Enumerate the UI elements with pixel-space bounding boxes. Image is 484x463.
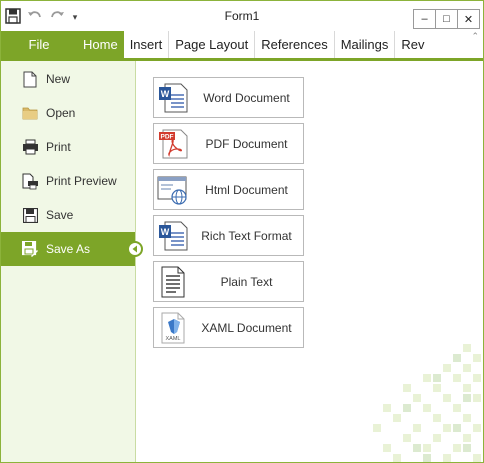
backstage-view: New Open Print Print Preview Save Save A… [1, 58, 483, 462]
title-bar: ▾ Form1 – □ ✕ [1, 1, 483, 31]
tab-references[interactable]: References [255, 31, 333, 58]
tab-mailings[interactable]: Mailings [335, 31, 395, 58]
xaml-document-button[interactable]: XAML XAML Document [153, 307, 304, 348]
format-label: XAML Document [201, 320, 292, 335]
html-document-button[interactable]: Html Document [153, 169, 304, 210]
print-preview-icon [20, 171, 40, 191]
tab-home[interactable]: Home [77, 31, 124, 58]
new-document-icon [20, 69, 40, 89]
menu-item-label: New [46, 72, 71, 86]
word-document-icon: W [156, 81, 190, 115]
format-label: Rich Text Format [201, 228, 292, 243]
xaml-icon-text: XAML [166, 336, 181, 342]
close-button[interactable]: ✕ [457, 9, 480, 29]
menu-item-new[interactable]: New [1, 62, 135, 96]
window-controls: – □ ✕ [413, 9, 480, 29]
printer-icon [20, 137, 40, 157]
selected-indicator-icon [127, 241, 143, 257]
rtf-document-button[interactable]: W Rich Text Format [153, 215, 304, 256]
format-label: Word Document [203, 90, 290, 105]
menu-item-label: Save [46, 208, 74, 222]
tab-page-layout[interactable]: Page Layout [169, 31, 254, 58]
save-as-icon [20, 239, 40, 259]
menu-item-label: Save As [46, 242, 91, 256]
maximize-button[interactable]: □ [435, 9, 458, 29]
format-label: Html Document [205, 182, 288, 197]
menu-item-print[interactable]: Print [1, 130, 135, 164]
file-tab[interactable]: File [1, 31, 77, 58]
format-label: PDF Document [205, 136, 288, 151]
application-window: ▾ Form1 – □ ✕ File Home Insert Page Layo… [0, 0, 484, 463]
svg-text:W: W [161, 89, 170, 99]
pdf-icon-text: PDF [161, 134, 174, 141]
plain-text-icon [156, 265, 190, 299]
ribbon-collapse-icon[interactable]: ⌃ [471, 31, 479, 42]
rtf-document-icon: W [156, 219, 190, 253]
window-title: Form1 [224, 9, 260, 23]
minimize-button[interactable]: – [413, 9, 436, 29]
ribbon-tabs: Home Insert Page Layout References Maili… [77, 31, 431, 58]
menu-item-label: Print Preview [46, 174, 117, 188]
folder-icon [20, 103, 40, 123]
tab-insert[interactable]: Insert [124, 31, 169, 58]
backstage-menu: New Open Print Print Preview Save Save A… [1, 61, 143, 462]
svg-text:W: W [161, 227, 170, 237]
html-document-icon [156, 173, 190, 207]
pdf-document-icon: PDF [156, 127, 190, 161]
menu-item-open[interactable]: Open [1, 96, 135, 130]
menu-item-save[interactable]: Save [1, 198, 135, 232]
ribbon-tab-bar: File Home Insert Page Layout References … [1, 31, 483, 58]
pdf-document-button[interactable]: PDF PDF Document [153, 123, 304, 164]
menu-item-label: Print [46, 140, 71, 154]
menu-item-save-as[interactable]: Save As [1, 232, 143, 266]
format-label: Plain Text [220, 274, 273, 289]
decorative-pattern [373, 344, 481, 462]
word-document-button[interactable]: W Word Document [153, 77, 304, 118]
tab-review[interactable]: Rev [395, 31, 430, 58]
save-icon [20, 205, 40, 225]
menu-item-label: Open [46, 106, 76, 120]
plain-text-button[interactable]: Plain Text [153, 261, 304, 302]
menu-item-print-preview[interactable]: Print Preview [1, 164, 135, 198]
xaml-document-icon: XAML [156, 311, 190, 345]
